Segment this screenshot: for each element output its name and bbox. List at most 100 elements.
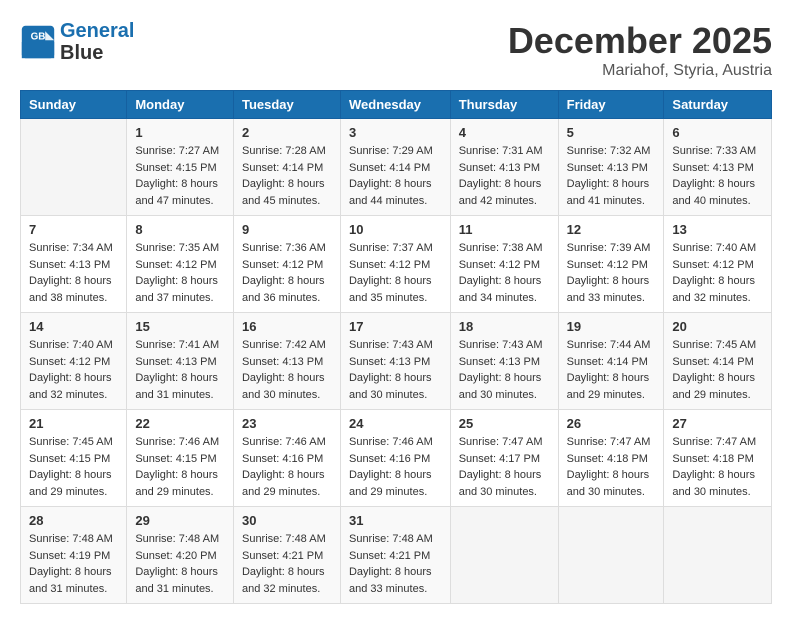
- calendar-cell: 11 Sunrise: 7:38 AMSunset: 4:12 PMDayligh…: [450, 216, 558, 313]
- calendar-cell: [450, 507, 558, 604]
- page-header: GB General Blue December 2025 Mariahof, …: [20, 20, 772, 80]
- day-number: 14: [29, 319, 118, 334]
- calendar-cell: 16 Sunrise: 7:42 AMSunset: 4:13 PMDayligh…: [233, 313, 340, 410]
- calendar-cell: 23 Sunrise: 7:46 AMSunset: 4:16 PMDayligh…: [233, 410, 340, 507]
- day-number: 26: [567, 416, 656, 431]
- calendar-cell: 1 Sunrise: 7:27 AMSunset: 4:15 PMDaylight…: [127, 119, 234, 216]
- cell-info: Sunrise: 7:34 AMSunset: 4:13 PMDaylight:…: [29, 240, 118, 306]
- location: Mariahof, Styria, Austria: [508, 62, 772, 80]
- calendar-table: SundayMondayTuesdayWednesdayThursdayFrid…: [20, 90, 772, 604]
- calendar-cell: 19 Sunrise: 7:44 AMSunset: 4:14 PMDayligh…: [558, 313, 664, 410]
- cell-info: Sunrise: 7:44 AMSunset: 4:14 PMDaylight:…: [567, 337, 656, 403]
- cell-info: Sunrise: 7:46 AMSunset: 4:16 PMDaylight:…: [242, 434, 332, 500]
- day-number: 29: [135, 513, 225, 528]
- cell-info: Sunrise: 7:31 AMSunset: 4:13 PMDaylight:…: [459, 143, 550, 209]
- calendar-cell: 10 Sunrise: 7:37 AMSunset: 4:12 PMDayligh…: [340, 216, 450, 313]
- day-number: 20: [672, 319, 763, 334]
- day-number: 21: [29, 416, 118, 431]
- calendar-cell: 8 Sunrise: 7:35 AMSunset: 4:12 PMDaylight…: [127, 216, 234, 313]
- calendar-week-row: 7 Sunrise: 7:34 AMSunset: 4:13 PMDaylight…: [21, 216, 772, 313]
- calendar-cell: 22Sunrise: 7:46 AMSunset: 4:15 PMDayligh…: [127, 410, 234, 507]
- day-number: 23: [242, 416, 332, 431]
- day-number: 6: [672, 125, 763, 140]
- day-number: 30: [242, 513, 332, 528]
- day-number: 2: [242, 125, 332, 140]
- calendar-cell: 2 Sunrise: 7:28 AMSunset: 4:14 PMDaylight…: [233, 119, 340, 216]
- calendar-header-row: SundayMondayTuesdayWednesdayThursdayFrid…: [21, 91, 772, 119]
- weekday-header: Friday: [558, 91, 664, 119]
- calendar-cell: 25Sunrise: 7:47 AMSunset: 4:17 PMDayligh…: [450, 410, 558, 507]
- cell-info: Sunrise: 7:37 AMSunset: 4:12 PMDaylight:…: [349, 240, 442, 306]
- day-number: 17: [349, 319, 442, 334]
- calendar-cell: 4 Sunrise: 7:31 AMSunset: 4:13 PMDaylight…: [450, 119, 558, 216]
- calendar-cell: 27 Sunrise: 7:47 AMSunset: 4:18 PMDayligh…: [664, 410, 772, 507]
- day-number: 8: [135, 222, 225, 237]
- day-number: 24: [349, 416, 442, 431]
- cell-info: Sunrise: 7:45 AMSunset: 4:15 PMDaylight:…: [29, 434, 118, 500]
- cell-info: Sunrise: 7:28 AMSunset: 4:14 PMDaylight:…: [242, 143, 332, 209]
- cell-info: Sunrise: 7:36 AMSunset: 4:12 PMDaylight:…: [242, 240, 332, 306]
- day-number: 18: [459, 319, 550, 334]
- calendar-cell: 21 Sunrise: 7:45 AMSunset: 4:15 PMDayligh…: [21, 410, 127, 507]
- calendar-cell: 31Sunrise: 7:48 AMSunset: 4:21 PMDayligh…: [340, 507, 450, 604]
- calendar-cell: 12 Sunrise: 7:39 AMSunset: 4:12 PMDayligh…: [558, 216, 664, 313]
- cell-info: Sunrise: 7:27 AMSunset: 4:15 PMDaylight:…: [135, 143, 225, 209]
- cell-info: Sunrise: 7:43 AMSunset: 4:13 PMDaylight:…: [349, 337, 442, 403]
- calendar-cell: [664, 507, 772, 604]
- cell-info: Sunrise: 7:39 AMSunset: 4:12 PMDaylight:…: [567, 240, 656, 306]
- calendar-cell: 20 Sunrise: 7:45 AMSunset: 4:14 PMDayligh…: [664, 313, 772, 410]
- calendar-cell: 28 Sunrise: 7:48 AMSunset: 4:19 PMDayligh…: [21, 507, 127, 604]
- cell-info: Sunrise: 7:40 AMSunset: 4:12 PMDaylight:…: [29, 337, 118, 403]
- calendar-cell: 15Sunrise: 7:41 AMSunset: 4:13 PMDayligh…: [127, 313, 234, 410]
- cell-info: Sunrise: 7:35 AMSunset: 4:12 PMDaylight:…: [135, 240, 225, 306]
- calendar-cell: 9 Sunrise: 7:36 AMSunset: 4:12 PMDaylight…: [233, 216, 340, 313]
- cell-info: Sunrise: 7:42 AMSunset: 4:13 PMDaylight:…: [242, 337, 332, 403]
- cell-info: Sunrise: 7:48 AMSunset: 4:21 PMDaylight:…: [242, 531, 332, 597]
- day-number: 5: [567, 125, 656, 140]
- month-title: December 2025: [508, 20, 772, 62]
- cell-info: Sunrise: 7:43 AMSunset: 4:13 PMDaylight:…: [459, 337, 550, 403]
- day-number: 19: [567, 319, 656, 334]
- day-number: 4: [459, 125, 550, 140]
- day-number: 3: [349, 125, 442, 140]
- day-number: 1: [135, 125, 225, 140]
- weekday-header: Sunday: [21, 91, 127, 119]
- day-number: 28: [29, 513, 118, 528]
- calendar-cell: 3 Sunrise: 7:29 AMSunset: 4:14 PMDaylight…: [340, 119, 450, 216]
- weekday-header: Wednesday: [340, 91, 450, 119]
- cell-info: Sunrise: 7:48 AMSunset: 4:19 PMDaylight:…: [29, 531, 118, 597]
- calendar-week-row: 1 Sunrise: 7:27 AMSunset: 4:15 PMDaylight…: [21, 119, 772, 216]
- cell-info: Sunrise: 7:38 AMSunset: 4:12 PMDaylight:…: [459, 240, 550, 306]
- day-number: 9: [242, 222, 332, 237]
- day-number: 7: [29, 222, 118, 237]
- calendar-cell: 13 Sunrise: 7:40 AMSunset: 4:12 PMDayligh…: [664, 216, 772, 313]
- calendar-cell: 7 Sunrise: 7:34 AMSunset: 4:13 PMDaylight…: [21, 216, 127, 313]
- day-number: 27: [672, 416, 763, 431]
- day-number: 10: [349, 222, 442, 237]
- day-number: 22: [135, 416, 225, 431]
- svg-text:GB: GB: [31, 31, 46, 42]
- calendar-week-row: 28 Sunrise: 7:48 AMSunset: 4:19 PMDayligh…: [21, 507, 772, 604]
- day-number: 13: [672, 222, 763, 237]
- cell-info: Sunrise: 7:45 AMSunset: 4:14 PMDaylight:…: [672, 337, 763, 403]
- cell-info: Sunrise: 7:47 AMSunset: 4:18 PMDaylight:…: [672, 434, 763, 500]
- logo-icon: GB: [20, 24, 56, 60]
- day-number: 31: [349, 513, 442, 528]
- calendar-cell: 14 Sunrise: 7:40 AMSunset: 4:12 PMDayligh…: [21, 313, 127, 410]
- cell-info: Sunrise: 7:29 AMSunset: 4:14 PMDaylight:…: [349, 143, 442, 209]
- cell-info: Sunrise: 7:40 AMSunset: 4:12 PMDaylight:…: [672, 240, 763, 306]
- cell-info: Sunrise: 7:47 AMSunset: 4:18 PMDaylight:…: [567, 434, 656, 500]
- logo: GB General Blue: [20, 20, 134, 64]
- day-number: 11: [459, 222, 550, 237]
- day-number: 16: [242, 319, 332, 334]
- calendar-cell: [558, 507, 664, 604]
- calendar-week-row: 14 Sunrise: 7:40 AMSunset: 4:12 PMDayligh…: [21, 313, 772, 410]
- calendar-cell: 30 Sunrise: 7:48 AMSunset: 4:21 PMDayligh…: [233, 507, 340, 604]
- cell-info: Sunrise: 7:47 AMSunset: 4:17 PMDaylight:…: [459, 434, 550, 500]
- cell-info: Sunrise: 7:41 AMSunset: 4:13 PMDaylight:…: [135, 337, 225, 403]
- weekday-header: Saturday: [664, 91, 772, 119]
- cell-info: Sunrise: 7:48 AMSunset: 4:20 PMDaylight:…: [135, 531, 225, 597]
- weekday-header: Tuesday: [233, 91, 340, 119]
- logo-general: General: [60, 20, 134, 42]
- day-number: 12: [567, 222, 656, 237]
